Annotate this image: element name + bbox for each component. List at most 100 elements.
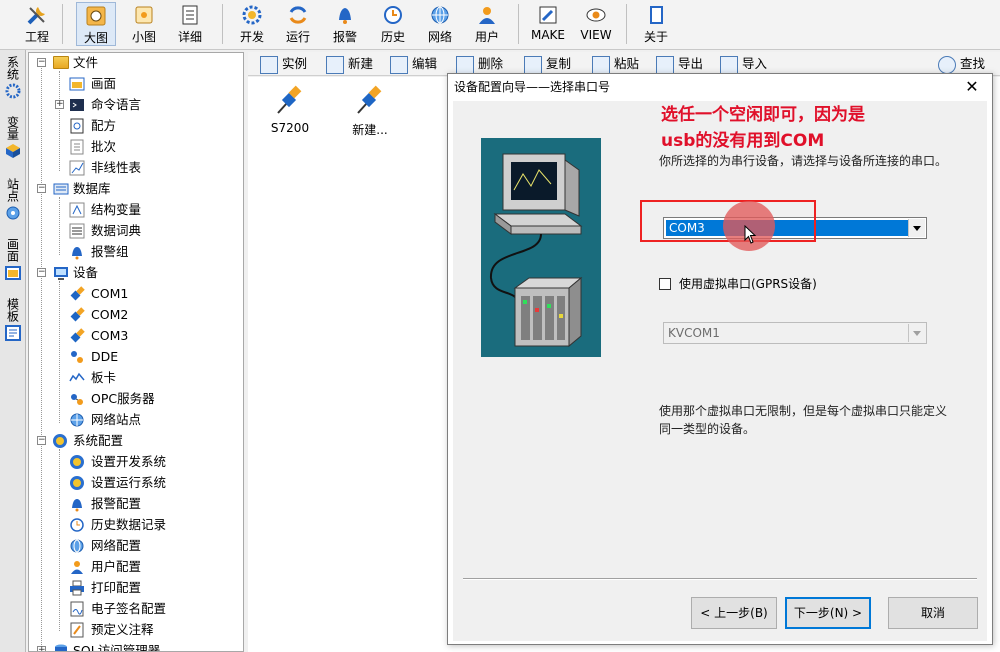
copy-button[interactable]: 复制 [524, 53, 571, 75]
opc-icon [69, 391, 85, 407]
expand-icon[interactable]: + [37, 646, 46, 651]
prev-step-button[interactable]: < 上一步(B) [691, 597, 777, 629]
cancel-button[interactable]: 取消 [888, 597, 978, 629]
esign-icon [69, 601, 85, 617]
make-pencil-icon [537, 4, 559, 26]
collapse-icon[interactable]: − [37, 268, 46, 277]
collapse-icon[interactable]: − [37, 436, 46, 445]
user-button[interactable]: 用户 [467, 2, 507, 46]
vtab-variable[interactable]: 变量 [2, 116, 24, 162]
serial-plug-icon [275, 83, 305, 117]
virtual-port-value: KVCOM1 [668, 326, 720, 340]
search-button[interactable]: 查找 [938, 53, 985, 75]
dde-icon [69, 349, 85, 365]
run-icon [287, 4, 309, 26]
device-monitor-icon [53, 265, 69, 281]
vtab-screen[interactable]: 画面 [2, 238, 24, 284]
serial-plug-icon [69, 286, 85, 302]
gear-icon [70, 476, 84, 490]
tree-connector [59, 197, 60, 255]
details-view-icon [179, 4, 201, 26]
virtual-port-hint: 使用那个虚拟串口无限制，但是每个虚拟串口只能定义同一类型的设备。 [659, 404, 948, 436]
next-step-button[interactable]: 下一步(N) > [785, 597, 871, 629]
expand-icon[interactable]: + [55, 100, 64, 109]
develop-button[interactable]: 开发 [232, 2, 272, 46]
import-icon [720, 55, 738, 74]
vtab-template[interactable]: 模板 [2, 298, 24, 344]
printer-icon [69, 580, 85, 596]
alarm-button[interactable]: 报警 [325, 2, 365, 46]
toolbar-separator [626, 4, 627, 44]
database-icon [53, 643, 69, 651]
serial-plug-icon [69, 328, 85, 344]
paste-button[interactable]: 粘贴 [592, 53, 639, 75]
serial-plug-icon [355, 83, 385, 117]
history-button[interactable]: 历史 [373, 2, 413, 46]
computer-device-illustration [481, 138, 601, 357]
tree-connector [59, 449, 60, 631]
about-button[interactable]: 关于 [636, 2, 676, 46]
toolbar-separator [518, 4, 519, 44]
details-view-button[interactable]: 详细 [170, 2, 210, 46]
device-config-wizard-dialog: 设备配置向导——选择串口号 ✕ 选任一个空闲即可，因为是 usb的没有用到COM… [447, 73, 993, 645]
run-button[interactable]: 运行 [278, 2, 318, 46]
gear-icon [5, 83, 21, 99]
instance-button[interactable]: 实例 [260, 53, 307, 75]
user-icon [69, 559, 85, 575]
project-tree: − 文件 画面 + 命令语言 配方 批次 非线性表 − 数据库 结构变量 数据词… [28, 52, 244, 652]
board-card-icon [69, 370, 85, 386]
close-icon[interactable]: ✕ [962, 76, 982, 98]
tree-connector [41, 65, 42, 651]
device-item-s7200[interactable]: S7200 [260, 83, 320, 135]
large-icon-view-button[interactable]: 大图 [76, 2, 116, 46]
chevron-down-icon [908, 324, 925, 342]
main-toolbar: 工程 大图 小图 详细 开发 运行 报警 历史 网络 用户 MAKE VIEW … [0, 0, 1000, 50]
settings-gear-icon [53, 434, 67, 448]
virtual-port-label: 使用虚拟串口(GPRS设备) [679, 277, 817, 291]
project-button[interactable]: 工程 [20, 2, 54, 46]
user-icon [476, 4, 498, 26]
red-annotation-text: 选任一个空闲即可，因为是 usb的没有用到COM [661, 105, 865, 151]
large-icon-view-icon [85, 5, 107, 27]
batch-icon [69, 139, 85, 155]
network-globe-icon [429, 4, 451, 26]
collapse-icon[interactable]: − [37, 184, 46, 193]
view-button[interactable]: VIEW [576, 2, 616, 46]
history-clock-icon [69, 517, 85, 533]
grid-icon [260, 55, 278, 74]
network-button[interactable]: 网络 [420, 2, 460, 46]
edit-icon [390, 55, 408, 74]
import-button[interactable]: 导入 [720, 53, 767, 75]
chevron-down-icon[interactable] [908, 219, 925, 237]
view-eye-icon [585, 4, 607, 26]
folder-icon [53, 56, 69, 69]
recipe-icon [69, 118, 85, 134]
vtab-station[interactable]: 站点 [2, 178, 24, 224]
network-station-icon [69, 412, 85, 428]
small-icon-view-button[interactable]: 小图 [124, 2, 164, 46]
virtual-port-dropdown: KVCOM1 [663, 322, 927, 344]
network-station-icon [5, 205, 21, 221]
toolbar-separator [222, 4, 223, 44]
vertical-tab-strip: 系统 变量 站点 画面 模板 [0, 50, 26, 652]
serial-port-hint: 你所选择的为串行设备，请选择与设备所连接的串口。 [659, 154, 948, 168]
virtual-port-checkbox[interactable] [659, 278, 671, 290]
delete-icon [456, 55, 474, 74]
terminal-icon [69, 97, 85, 113]
copy-icon [524, 55, 542, 74]
new-button[interactable]: 新建 [326, 53, 373, 75]
tree-connector [59, 281, 60, 423]
comment-icon [69, 622, 85, 638]
alarm-bell-icon [69, 496, 85, 512]
export-button[interactable]: 导出 [656, 53, 703, 75]
tree-connector [59, 71, 60, 171]
edit-button[interactable]: 编辑 [390, 53, 437, 75]
make-button[interactable]: MAKE [526, 2, 570, 46]
vtab-system[interactable]: 系统 [2, 56, 24, 102]
delete-button[interactable]: 删除 [456, 53, 503, 75]
history-clock-icon [382, 4, 404, 26]
chart-table-icon [69, 160, 85, 176]
about-book-icon [645, 4, 667, 26]
device-item-new[interactable]: 新建... [340, 83, 400, 138]
collapse-icon[interactable]: − [37, 58, 46, 67]
